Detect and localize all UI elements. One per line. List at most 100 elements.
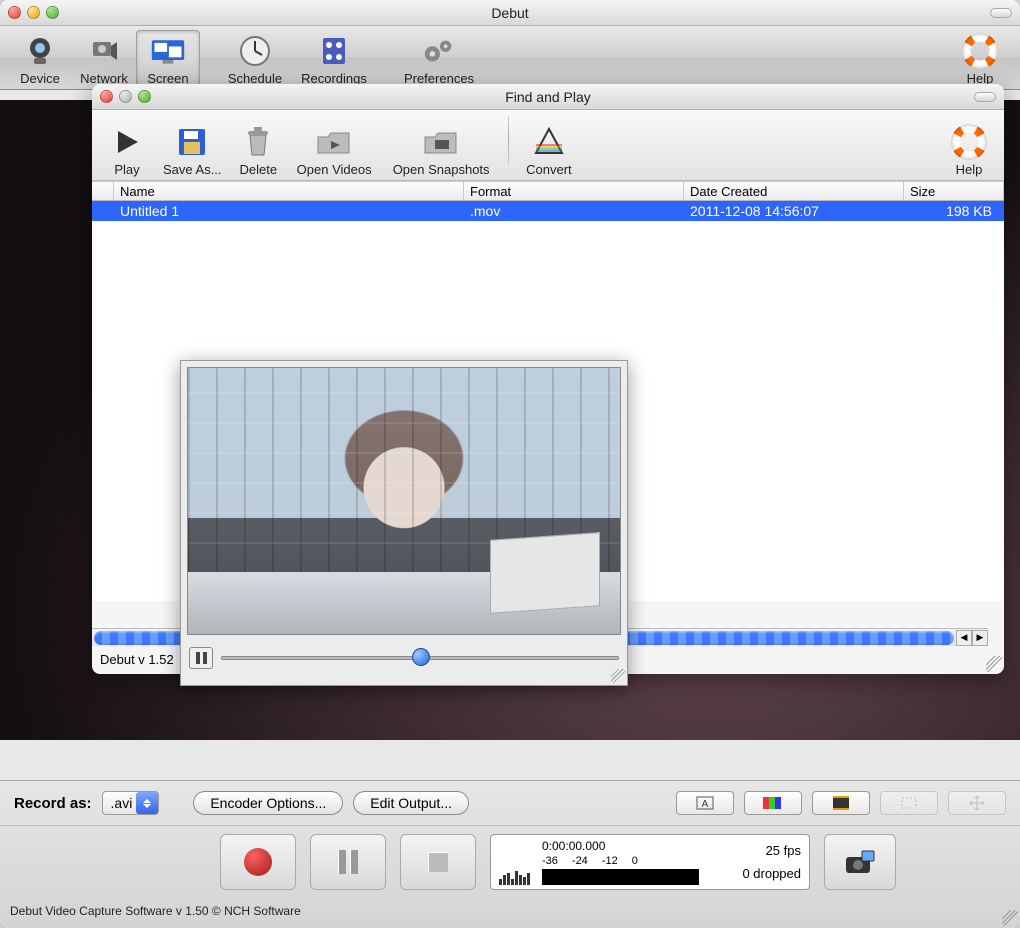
recordings-button[interactable]: Recordings [292,30,376,87]
lifesaver-icon [962,33,998,69]
player-pause-button[interactable] [189,647,213,669]
fp-toolbar: Play Save As... Delete Open Videos Open … [92,110,1004,181]
trash-icon [240,124,276,160]
row-format: .mov [464,203,684,219]
convert-button[interactable]: Convert [517,121,581,178]
fp-traffic-lights [100,90,151,103]
color-adjust-button[interactable] [744,791,802,815]
help-button[interactable]: Help [948,30,1012,87]
toolbar-toggle-icon[interactable] [990,8,1012,18]
fps-readout: 25 fps [711,843,801,858]
db-scale: -36 -24 -12 0 [542,855,699,867]
video-frame [187,367,621,635]
screen-icon [150,33,186,69]
column-name[interactable]: Name [114,182,464,200]
minimize-icon[interactable] [27,6,40,19]
format-select[interactable]: .avi [102,791,160,815]
close-icon[interactable] [100,90,113,103]
toolbar-toggle-icon[interactable] [974,92,996,102]
elapsed-time: 0:00:00.000 [542,839,699,853]
table-row[interactable]: Untitled 1 .mov 2011-12-08 14:56:07 198 … [92,201,1004,221]
delete-label: Delete [240,162,278,177]
bottom-control-bar: Record as: .avi Encoder Options... Edit … [0,780,1020,928]
fp-window-title: Find and Play [92,89,1004,105]
snapshot-button[interactable] [824,834,896,890]
save-as-label: Save As... [163,162,222,177]
dropdown-arrows-icon [136,792,158,814]
column-size[interactable]: Size [904,182,1004,200]
video-player-window[interactable] [180,360,628,686]
column-format[interactable]: Format [464,182,684,200]
column-date[interactable]: Date Created [684,182,904,200]
device-button[interactable]: Device [8,30,72,87]
stop-button[interactable] [400,834,476,890]
row-size: 198 KB [904,203,1004,219]
open-videos-button[interactable]: Open Videos [286,121,382,178]
toolbar-separator [508,116,509,164]
resize-grip-icon[interactable] [611,669,625,683]
seek-slider[interactable] [221,652,619,664]
transport-row: 0:00:00.000 -36 -24 -12 0 25 fps 0 dropp… [0,826,1020,898]
play-button[interactable]: Play [100,121,154,178]
move-button [948,791,1006,815]
convert-prism-icon [531,124,567,160]
open-snapshots-button[interactable]: Open Snapshots [382,121,500,178]
gears-icon [421,33,457,69]
main-window-title: Debut [0,5,1020,21]
player-controls [181,641,627,673]
record-as-label: Record as: [14,795,92,812]
zoom-icon[interactable] [46,6,59,19]
recording-status-panel: 0:00:00.000 -36 -24 -12 0 25 fps 0 dropp… [490,834,810,890]
fp-help-button[interactable]: Help [942,121,996,178]
edit-output-button[interactable]: Edit Output... [353,791,469,815]
folder-snapshot-icon [423,124,459,160]
main-titlebar[interactable]: Debut [0,0,1020,26]
open-snapshots-label: Open Snapshots [391,162,491,177]
pause-button[interactable] [310,834,386,890]
minimize-icon [119,90,132,103]
dropped-readout: 0 dropped [711,866,801,881]
film-reel-icon [316,33,352,69]
stop-icon [428,852,448,872]
folder-video-icon [316,124,352,160]
convert-label: Convert [526,162,572,177]
open-videos-label: Open Videos [295,162,373,177]
crop-button [880,791,938,815]
main-toolbar: Device Network Screen Schedule [0,26,1020,90]
fp-column-headers: Name Format Date Created Size [92,181,1004,201]
video-thumbnail-image [188,368,620,634]
fp-titlebar[interactable]: Find and Play [92,84,1004,110]
save-as-button[interactable]: Save As... [154,121,231,178]
audio-level-icon [499,839,530,885]
schedule-button[interactable]: Schedule [218,30,292,87]
lifesaver-icon [951,124,987,160]
pause-icon [338,850,358,874]
preferences-button[interactable]: Preferences [394,30,484,87]
fp-help-label: Help [951,162,987,177]
delete-button[interactable]: Delete [231,121,287,178]
scroll-right-icon[interactable]: ▶ [972,630,988,646]
device-label: Device [11,71,69,86]
network-button[interactable]: Network [72,30,136,87]
slider-thumb-icon[interactable] [412,648,430,666]
encoder-options-button[interactable]: Encoder Options... [193,791,343,815]
resize-grip-icon[interactable] [1002,910,1018,926]
row-name: Untitled 1 [114,203,464,219]
record-icon [244,848,272,876]
resize-grip-icon[interactable] [986,656,1002,672]
column-handle[interactable] [92,182,114,200]
scroll-left-icon[interactable]: ◀ [956,630,972,646]
screen-button[interactable]: Screen [136,30,200,87]
zoom-icon[interactable] [138,90,151,103]
app-footer-text: Debut Video Capture Software v 1.50 © NC… [0,898,1020,928]
record-button[interactable] [220,834,296,890]
record-options-row: Record as: .avi Encoder Options... Edit … [0,781,1020,826]
text-overlay-button[interactable]: A [676,791,734,815]
play-icon [109,124,145,160]
webcam-icon [22,33,58,69]
video-effects-button[interactable] [812,791,870,815]
row-date: 2011-12-08 14:56:07 [684,203,904,219]
close-icon[interactable] [8,6,21,19]
audio-meter-strip [542,869,699,885]
traffic-lights [8,6,59,19]
